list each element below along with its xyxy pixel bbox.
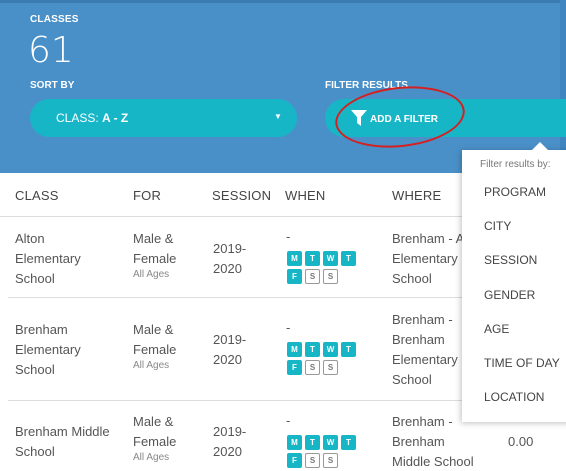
day-badge: S <box>305 453 320 468</box>
class-name-cell[interactable]: Alton Elementary School <box>15 229 81 289</box>
where-line: Middle School <box>392 454 474 469</box>
filter-menu-title: Filter results by: <box>480 159 551 170</box>
where-line: School <box>392 372 432 387</box>
class-name-cell[interactable]: Brenham Middle School <box>15 422 110 462</box>
day-badge: S <box>305 360 320 375</box>
for-line: Female <box>133 342 177 357</box>
filter-option-city[interactable]: CITY <box>484 219 511 233</box>
where-line: School <box>392 271 432 286</box>
for-line: Male & <box>133 322 174 337</box>
session-line: 2020 <box>213 444 242 459</box>
day-badge: T <box>305 251 320 266</box>
day-badge: T <box>305 435 320 450</box>
day-badge: M <box>287 342 302 357</box>
session-line: 2019- <box>213 332 247 347</box>
day-badge: T <box>341 435 356 450</box>
session-line: 2020 <box>213 261 242 276</box>
classes-count: 61 <box>28 30 74 71</box>
class-name-line: School <box>15 362 55 377</box>
day-badge: W <box>323 342 338 357</box>
when-dash: - <box>286 320 291 335</box>
weekday-indicator: M T W T F S S <box>287 251 356 287</box>
sort-prefix: CLASS: <box>56 111 99 125</box>
age-label: All Ages <box>133 269 170 280</box>
red-annotation-circle <box>332 80 468 154</box>
class-name-line: Brenham <box>15 322 68 337</box>
column-header-class[interactable]: CLASS <box>15 188 59 203</box>
day-badge: F <box>287 453 302 468</box>
session-cell: 2019- 2020 <box>213 422 246 462</box>
day-badge: M <box>287 435 302 450</box>
day-badge: S <box>305 269 320 284</box>
when-dash: - <box>286 413 291 428</box>
where-line: Elementary <box>392 251 458 266</box>
filter-option-program[interactable]: PROGRAM <box>484 185 546 199</box>
age-label: All Ages <box>133 360 170 371</box>
sort-by-label: SORT BY <box>30 80 75 91</box>
for-cell: Male & Female All Ages <box>133 412 176 464</box>
session-cell: 2019- 2020 <box>213 239 246 279</box>
day-badge: T <box>305 342 320 357</box>
for-cell: Male & Female All Ages <box>133 229 176 281</box>
day-badge: S <box>323 269 338 284</box>
where-line: Brenham <box>392 434 445 449</box>
filter-dropdown-menu: Filter results by: PROGRAM CITY SESSION … <box>462 142 566 422</box>
day-badge: T <box>341 342 356 357</box>
where-line: Brenham - A <box>392 231 465 246</box>
column-header-session[interactable]: SESSION <box>212 188 271 203</box>
day-badge: M <box>287 251 302 266</box>
for-line: Female <box>133 434 177 449</box>
column-header-where[interactable]: WHERE <box>392 188 441 203</box>
day-badge: T <box>341 251 356 266</box>
day-badge: W <box>323 435 338 450</box>
sort-dropdown-text: CLASS: A - Z <box>56 111 128 125</box>
column-header-for[interactable]: FOR <box>133 188 161 203</box>
where-line: Elementary <box>392 352 458 367</box>
for-line: Female <box>133 251 177 266</box>
class-name-line: School <box>15 444 55 459</box>
weekday-indicator: M T W T F S S <box>287 342 356 378</box>
sort-value: A - Z <box>102 111 129 125</box>
filter-option-time-of-day[interactable]: TIME OF DAY <box>484 356 560 370</box>
filter-option-session[interactable]: SESSION <box>484 253 537 267</box>
filter-option-age[interactable]: AGE <box>484 322 509 336</box>
where-line: Brenham <box>392 332 445 347</box>
age-label: All Ages <box>133 452 170 463</box>
where-line: Brenham - <box>392 312 453 327</box>
class-name-line: School <box>15 271 55 286</box>
price-cell: 0.00 <box>508 434 534 449</box>
session-line: 2019- <box>213 424 247 439</box>
header-panel: CLASSES 61 SORT BY FILTER RESULTS CLASS:… <box>0 0 566 173</box>
class-name-cell[interactable]: Brenham Elementary School <box>15 320 81 380</box>
weekday-indicator: M T W T F S S <box>287 435 356 471</box>
class-name-line: Elementary <box>15 342 81 357</box>
where-cell: Brenham - Brenham Elementary School <box>392 310 458 390</box>
for-line: Male & <box>133 231 174 246</box>
filter-option-gender[interactable]: GENDER <box>484 288 535 302</box>
session-line: 2020 <box>213 352 242 367</box>
filter-option-location[interactable]: LOCATION <box>484 390 544 404</box>
day-badge: S <box>323 360 338 375</box>
class-name-line: Alton <box>15 231 45 246</box>
column-header-when[interactable]: WHEN <box>285 188 326 203</box>
for-line: Male & <box>133 414 174 429</box>
class-name-line: Brenham Middle <box>15 424 110 439</box>
caret-down-icon: ▼ <box>274 112 282 121</box>
day-badge: F <box>287 360 302 375</box>
session-cell: 2019- 2020 <box>213 330 246 370</box>
classes-label: CLASSES <box>30 14 79 25</box>
day-badge: W <box>323 251 338 266</box>
session-line: 2019- <box>213 241 247 256</box>
sort-dropdown[interactable]: CLASS: A - Z ▼ <box>30 99 297 137</box>
header-edge <box>560 0 566 173</box>
for-cell: Male & Female All Ages <box>133 320 176 372</box>
day-badge: F <box>287 269 302 284</box>
day-badge: S <box>323 453 338 468</box>
when-dash: - <box>286 229 291 244</box>
class-name-line: Elementary <box>15 251 81 266</box>
top-border <box>0 0 566 3</box>
where-cell: Brenham - A Elementary School <box>392 229 464 289</box>
